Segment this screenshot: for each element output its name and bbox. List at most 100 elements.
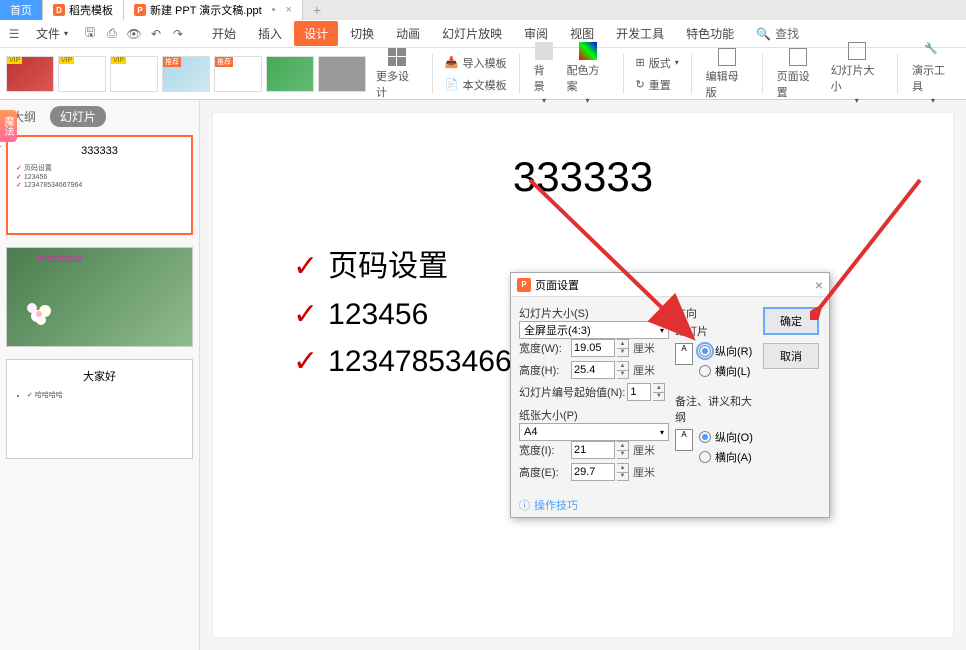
dialog-titlebar[interactable]: P 页面设置 × xyxy=(511,273,829,297)
menu-design[interactable]: 设计 xyxy=(294,21,338,46)
start-num-input[interactable] xyxy=(627,383,651,401)
search-box[interactable]: 🔍 查找 xyxy=(756,25,799,42)
close-icon[interactable]: × xyxy=(815,277,823,293)
width-spinner[interactable]: ▲▼ xyxy=(617,339,629,357)
start-num-label: 幻灯片编号起始值(N): xyxy=(519,384,625,400)
file-menu[interactable]: 文件▾ xyxy=(28,23,76,44)
layout-icon: ⊞ xyxy=(635,56,644,69)
menu-dev[interactable]: 开发工具 xyxy=(606,21,674,46)
tab-template[interactable]: D稻壳模板 xyxy=(43,0,124,20)
chevron-down-icon: ▾ xyxy=(660,326,664,335)
tab-close-icon[interactable]: × xyxy=(286,4,292,16)
template-thumb-2[interactable]: VIP xyxy=(58,56,106,92)
slide-size-icon xyxy=(848,42,866,60)
layout-button[interactable]: ⊞版式▾ xyxy=(631,53,682,73)
save-icon[interactable]: 🖫 xyxy=(82,26,98,42)
thumb-title: 333333 xyxy=(16,145,183,157)
slides-orient-label: 幻灯片 xyxy=(675,323,759,339)
slide-thumb-1[interactable]: 1 333333 页码设置 123456 12347853466796​4 xyxy=(6,135,193,235)
quick-access-toolbar: ☰ 文件▾ 🖫 ⎙ 👁 ↶ ↷ xyxy=(6,23,186,44)
template-thumb-3[interactable]: VIP xyxy=(110,56,158,92)
color-scheme-button[interactable]: 配色方案▾ xyxy=(561,40,615,107)
more-designs-button[interactable]: 更多设计 xyxy=(370,46,424,102)
reset-button[interactable]: ↻重置 xyxy=(631,75,682,95)
start-num-spinner[interactable]: ▲▼ xyxy=(653,383,665,401)
page-setup-icon xyxy=(789,48,807,66)
ribbon: VIP VIP VIP 推荐 推荐 更多设计 📥导入模板 📄本文模板 背景▾ 配… xyxy=(0,48,966,100)
slide-title[interactable]: 333333 xyxy=(213,153,953,201)
import-template-button[interactable]: 📥导入模板 xyxy=(441,53,511,73)
slide-size-label: 幻灯片大小(S) xyxy=(519,305,669,321)
template-thumb-4[interactable]: 推荐 xyxy=(162,56,210,92)
rec-badge-icon: 推荐 xyxy=(163,57,181,67)
palette-icon xyxy=(579,42,597,60)
template-thumb-5[interactable]: 推荐 xyxy=(214,56,262,92)
menu-features[interactable]: 特色功能 xyxy=(676,21,744,46)
help-icon: ⓘ xyxy=(519,497,530,513)
search-label: 查找 xyxy=(775,25,799,42)
magic-ad-tab[interactable]: 魔法 xyxy=(0,110,17,142)
paper-height-input[interactable] xyxy=(571,463,615,481)
undo-icon[interactable]: ↶ xyxy=(148,26,164,42)
slide-size-select[interactable]: 全屏显示(4:3)▾ xyxy=(519,321,669,339)
redo-icon[interactable]: ↷ xyxy=(170,26,186,42)
height-input[interactable] xyxy=(571,361,615,379)
search-icon: 🔍 xyxy=(756,27,771,41)
present-tools-button[interactable]: 🔧演示工具▾ xyxy=(906,40,960,107)
template-icon: D xyxy=(53,4,65,16)
menu-slideshow[interactable]: 幻灯片放映 xyxy=(432,21,512,46)
template-thumb-1[interactable]: VIP xyxy=(6,56,54,92)
preview-icon[interactable]: 👁 xyxy=(126,26,142,42)
paper-width-spinner[interactable]: ▲▼ xyxy=(617,441,629,459)
tools-icon: 🔧 xyxy=(924,42,942,60)
height-spinner[interactable]: ▲▼ xyxy=(617,361,629,379)
unit-label: 厘米 xyxy=(633,340,655,356)
radio-landscape-a[interactable]: 横向(A) xyxy=(699,449,753,465)
template-thumb-6[interactable] xyxy=(266,56,314,92)
edit-master-button[interactable]: 编辑母版 xyxy=(700,46,754,102)
slide-panel: 大纲 幻灯片 1 333333 页码设置 123456 123478534667… xyxy=(0,100,200,650)
radio-landscape-l[interactable]: 横向(L) xyxy=(699,363,752,379)
menu-start[interactable]: 开始 xyxy=(202,21,246,46)
menu-bar: ☰ 文件▾ 🖫 ⎙ 👁 ↶ ↷ 开始 插入 设计 切换 动画 幻灯片放映 审阅 … xyxy=(0,20,966,48)
tab-home[interactable]: 首页 xyxy=(0,0,43,20)
slide-thumb-2[interactable]: 2 222222222 xyxy=(6,247,193,347)
orientation-label: 方向 xyxy=(675,305,759,321)
paper-size-select[interactable]: A4▾ xyxy=(519,423,669,441)
unit-label: 厘米 xyxy=(633,442,655,458)
radio-icon xyxy=(699,345,711,357)
menu-icon[interactable]: ☰ xyxy=(6,26,22,42)
dot-icon: • xyxy=(272,4,276,16)
cancel-button[interactable]: 取消 xyxy=(763,343,819,369)
tab-add-button[interactable]: + xyxy=(303,2,331,18)
ok-button[interactable]: 确定 xyxy=(763,307,819,335)
menu-insert[interactable]: 插入 xyxy=(248,21,292,46)
radio-portrait-r[interactable]: 纵向(R) xyxy=(699,343,752,359)
reset-icon: ↻ xyxy=(635,78,644,91)
sidebar-tab-slides[interactable]: 幻灯片 xyxy=(50,106,106,127)
template-thumb-7[interactable] xyxy=(318,56,366,92)
paper-height-spinner[interactable]: ▲▼ xyxy=(617,463,629,481)
width-input[interactable] xyxy=(571,339,615,357)
radio-icon xyxy=(699,365,711,377)
background-button[interactable]: 背景▾ xyxy=(528,40,561,107)
slide-size-button[interactable]: 幻灯片大小▾ xyxy=(825,40,889,107)
width-label: 宽度(W): xyxy=(519,340,569,356)
slide-thumb-3[interactable]: 3 大家好 哈哈哈哈 xyxy=(6,359,193,459)
page-setup-dialog: P 页面设置 × 幻灯片大小(S) 全屏显示(4:3)▾ 宽度(W): ▲▼ 厘… xyxy=(510,272,830,518)
dialog-right-column: 方向 幻灯片 A 纵向(R) 横向(L) 备注、讲义和大纲 A 纵向(O) 横向… xyxy=(669,305,759,485)
page-setup-button[interactable]: 页面设置 xyxy=(771,46,825,102)
help-link[interactable]: ⓘ操作技巧 xyxy=(511,493,829,517)
menu-animation[interactable]: 动画 xyxy=(386,21,430,46)
paper-width-input[interactable] xyxy=(571,441,615,459)
print-icon[interactable]: ⎙ xyxy=(104,26,120,42)
height-label: 高度(H): xyxy=(519,362,569,378)
vip-badge-icon: VIP xyxy=(111,57,126,64)
this-template-button[interactable]: 📄本文模板 xyxy=(441,75,511,95)
radio-icon xyxy=(699,431,711,443)
tab-file[interactable]: P新建 PPT 演示文稿.ppt•× xyxy=(124,0,303,20)
menu-transition[interactable]: 切换 xyxy=(340,21,384,46)
tab-home-label: 首页 xyxy=(10,2,32,18)
notes-orient-label: 备注、讲义和大纲 xyxy=(675,393,759,425)
radio-portrait-o[interactable]: 纵向(O) xyxy=(699,429,753,445)
